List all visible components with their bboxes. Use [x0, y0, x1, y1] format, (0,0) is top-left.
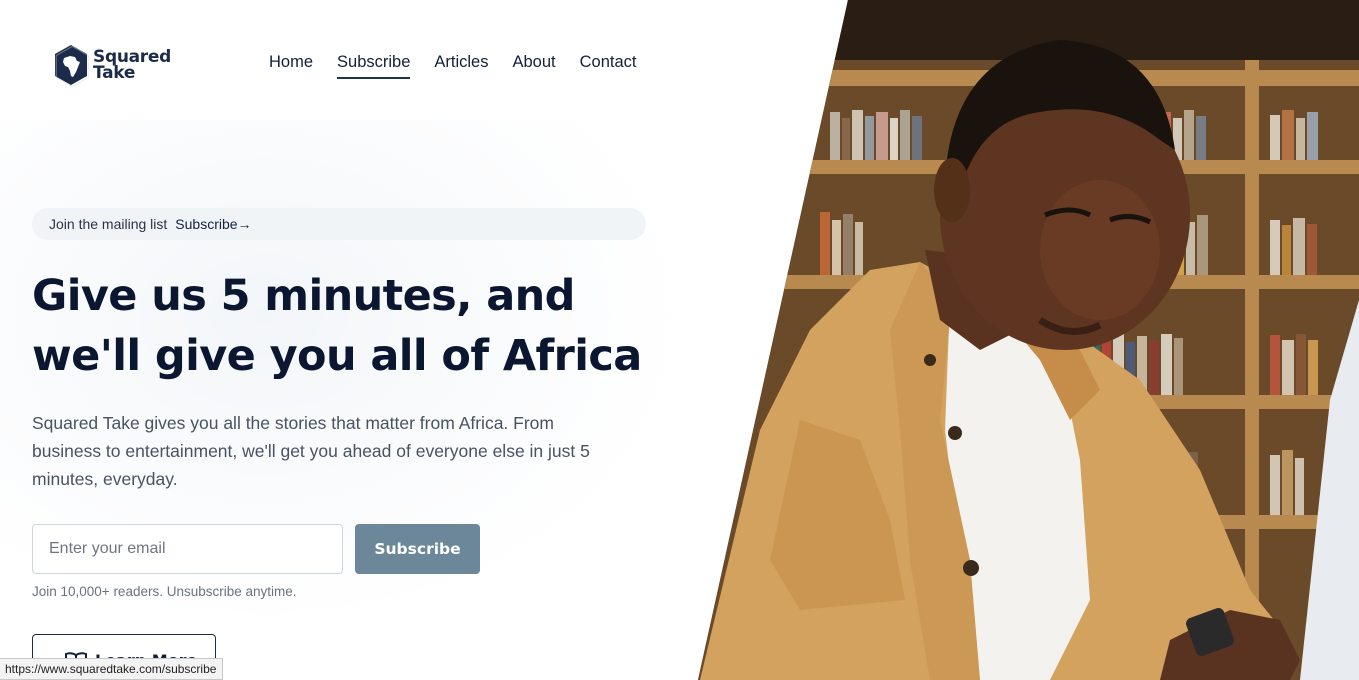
hero-title-line2: we'll give you all of Africa	[32, 331, 642, 381]
hero-photo	[698, 0, 1359, 680]
brand-logo[interactable]: Squared Take	[53, 44, 171, 86]
nav-subscribe[interactable]: Subscribe	[337, 53, 411, 79]
nav-articles[interactable]: Articles	[434, 53, 488, 79]
signup-note: Join 10,000+ readers. Unsubscribe anytim…	[32, 584, 297, 599]
nav-about[interactable]: About	[512, 53, 555, 79]
hero-title-line1: Give us 5 minutes, and	[32, 271, 575, 321]
email-input[interactable]	[32, 524, 343, 574]
browser-status-bar-url: https://www.squaredtake.com/subscribe	[0, 658, 224, 680]
nav-home[interactable]: Home	[269, 53, 313, 79]
student-reading-illustration	[698, 0, 1359, 680]
mailing-list-text: Join the mailing list	[49, 216, 168, 232]
mailing-list-banner: Join the mailing list Subscribe→	[32, 208, 646, 240]
brand-name: Squared Take	[93, 49, 171, 83]
africa-hexagon-logo-icon	[55, 45, 89, 86]
subscribe-button[interactable]: Subscribe	[355, 524, 480, 574]
hero-title: Give us 5 minutes, and we'll give you al…	[32, 266, 672, 386]
mailing-list-subscribe-link[interactable]: Subscribe→	[175, 216, 251, 232]
brand-name-line2: Take	[93, 63, 136, 83]
hero-description: Squared Take gives you all the stories t…	[32, 413, 590, 489]
main-nav: Home Subscribe Articles About Contact	[269, 53, 636, 79]
nav-contact[interactable]: Contact	[580, 53, 637, 79]
